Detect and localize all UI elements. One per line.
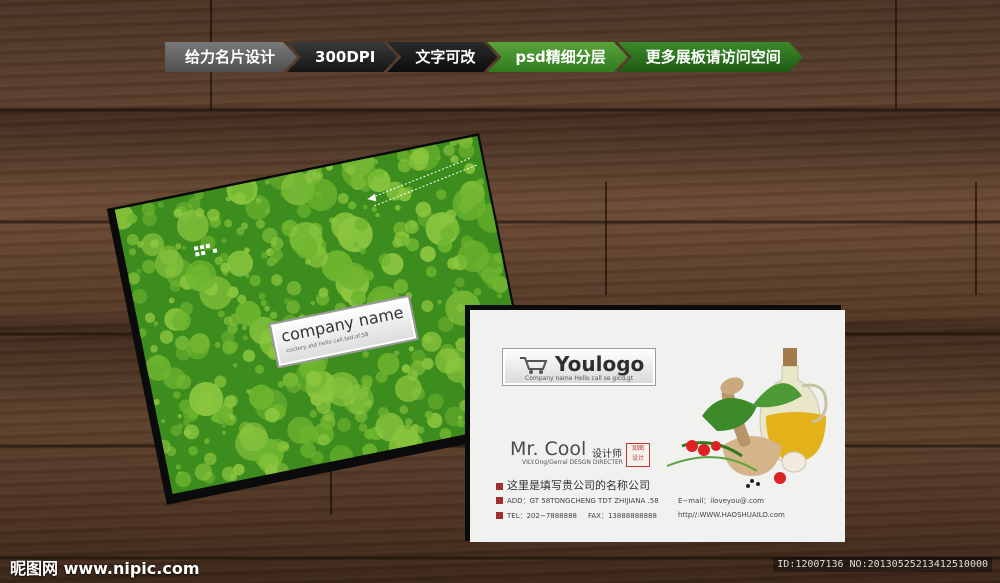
address-line: ADD：GT 58TONGCHENG TDT ZHIJIANA .58 [496,496,659,506]
red-seal-stamp: 如图 设计 [626,443,650,467]
checkbox-icon [496,512,503,519]
email-line: E−mail：iloveyou@.com [678,497,764,505]
checkbox-icon [496,497,503,504]
banner-item: psd精细分层 [487,42,627,72]
white-business-card: Youlogo Company name Hello call se gicd,… [470,310,845,542]
logo-subtitle: Company name Hello call se gicd,gt [525,375,634,382]
checkbox-icon [496,483,503,490]
person-name: Mr. Cool [510,438,587,460]
wood-seam [975,182,977,295]
wood-seam [605,182,607,295]
fax-line: FAX：13888888888 [588,512,657,520]
banner-item: 300DPI [287,42,397,72]
wood-seam [895,0,897,110]
banner-item: 文字可改 [387,42,497,72]
company-line: 这里是填写贵公司的名称公司 [496,477,650,493]
tel-line: TEL：202−7888888 [496,511,577,521]
person-title: VILY.Ong/Gerral DESGN DIRECTER [522,459,623,466]
cart-icon [520,357,548,374]
person-role: 设计师 [592,449,622,460]
banner-item: 给力名片设计 [165,42,297,72]
image-id: ID:12007136 NO:20130525213412510000 [773,557,992,572]
feature-banner: 给力名片设计 300DPI 文字可改 psd精细分层 更多展板请访问空间 [165,42,793,72]
herbs-oil-illustration [666,348,828,488]
logo-box: Youlogo Company name Hello call se gicd,… [502,348,656,386]
website-line: http//:WWW.HAOSHUAILO.com [678,511,785,519]
logo-text: Youlogo [555,352,645,376]
watermark: 昵图网 www.nipic.com [10,559,200,578]
banner-item: 更多展板请访问空间 [618,42,803,72]
